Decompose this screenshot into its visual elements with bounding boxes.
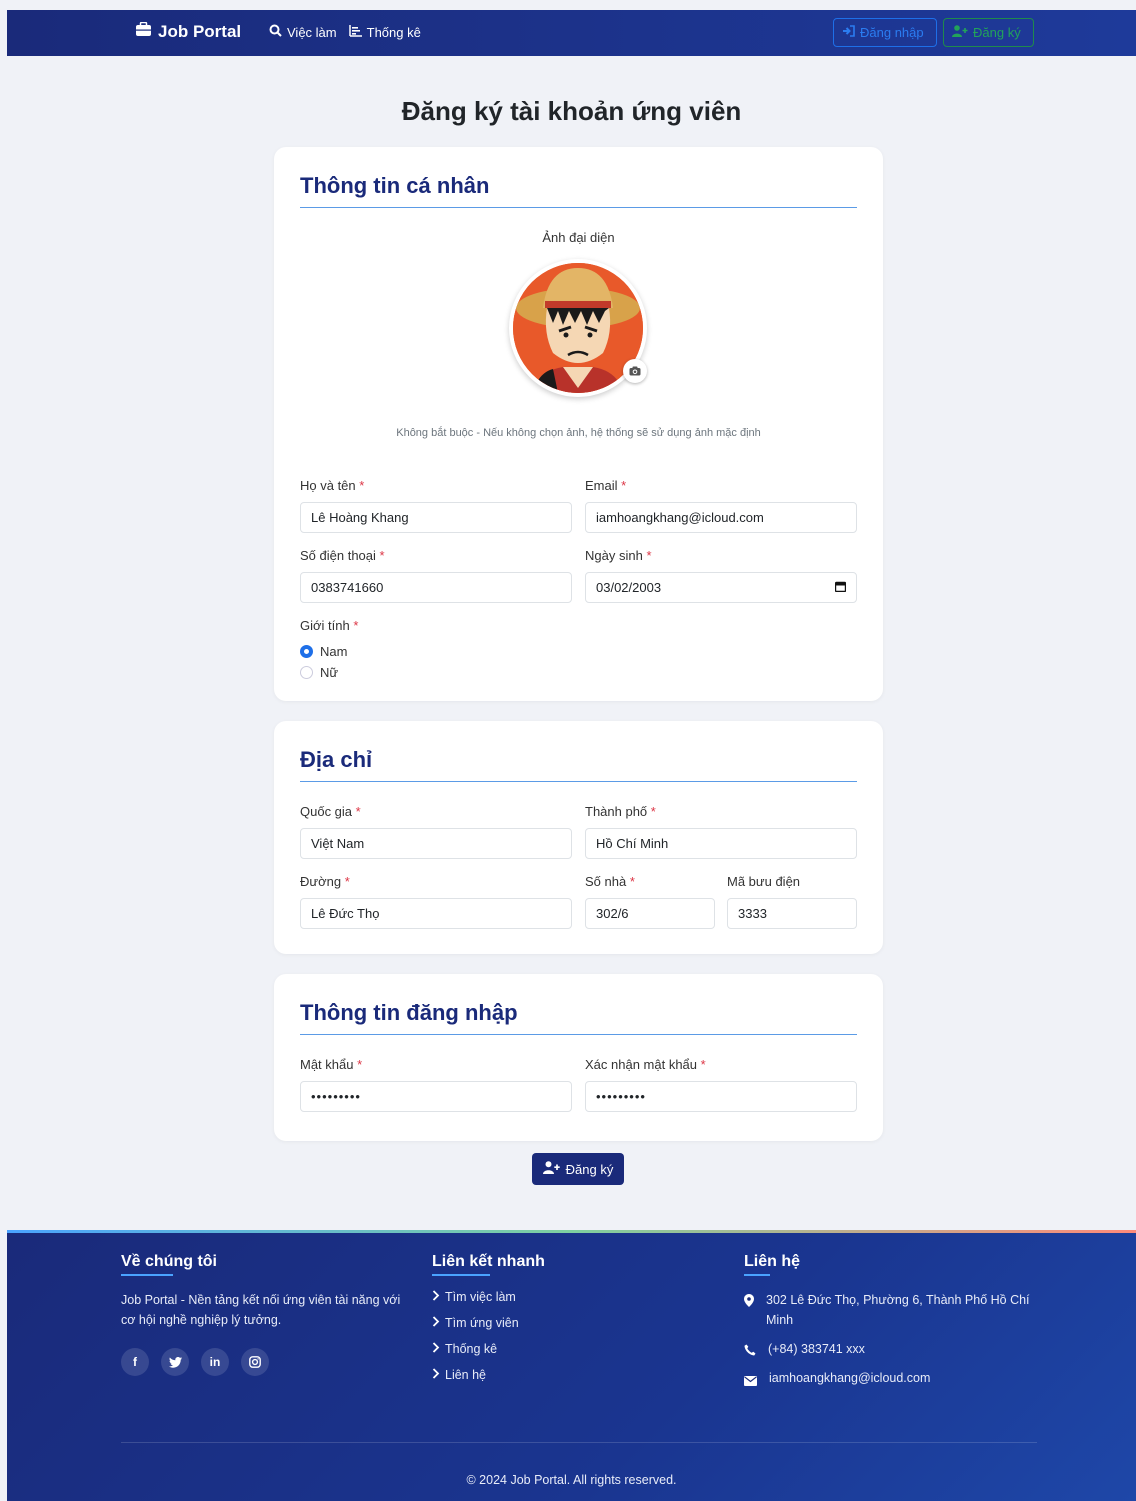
section-divider	[300, 207, 857, 208]
fullname-label: Họ và tên *	[300, 478, 365, 493]
personal-info-card: Thông tin cá nhân Ảnh đại diện Không bắt…	[274, 147, 883, 701]
house-number-label: Số nhà *	[585, 874, 635, 889]
calendar-icon[interactable]	[834, 580, 847, 595]
address-card: Địa chỉ Quốc gia * Việt Nam Thành phố * …	[274, 721, 883, 954]
contact-title: Liên hệ	[744, 1253, 801, 1270]
login-label: Đăng nhập	[860, 25, 924, 40]
heading-underline	[121, 1274, 173, 1276]
user-plus-icon	[542, 1161, 560, 1177]
footer-link-contact[interactable]: Liên hệ	[432, 1368, 486, 1382]
radio-unchecked[interactable]	[300, 666, 313, 679]
envelope-icon	[744, 1368, 757, 1392]
search-icon	[269, 24, 282, 40]
footer-link-find-candidates[interactable]: Tìm ứng viên	[432, 1316, 519, 1330]
street-input[interactable]: Lê Đức Thọ	[300, 898, 572, 929]
contact-phone: (+84) 383741 xxx	[744, 1339, 865, 1362]
instagram-icon[interactable]: ig	[241, 1348, 269, 1376]
brand[interactable]: Job Portal	[135, 21, 242, 42]
nav-jobs-label: Việc làm	[287, 24, 337, 40]
chart-icon	[348, 24, 362, 40]
login-button[interactable]: Đăng nhập	[833, 18, 937, 47]
phone-icon	[744, 1339, 756, 1362]
heading-underline	[744, 1274, 770, 1276]
map-marker-icon	[744, 1290, 754, 1313]
footer-link-find-jobs[interactable]: Tìm việc làm	[432, 1290, 516, 1304]
email-input[interactable]: iamhoangkhang@icloud.com	[585, 502, 857, 533]
facebook-icon[interactable]: f	[121, 1348, 149, 1376]
nav-stats[interactable]: Thống kê	[348, 24, 421, 40]
country-input[interactable]: Việt Nam	[300, 828, 572, 859]
sign-in-icon	[842, 25, 855, 40]
about-title: Về chúng tôi	[121, 1253, 217, 1270]
address-title: Địa chỉ	[300, 747, 373, 772]
footer-link-stats[interactable]: Thống kê	[432, 1342, 497, 1356]
chevron-right-icon	[432, 1316, 440, 1330]
radio-checked[interactable]	[300, 645, 313, 658]
register-nav-button[interactable]: Đăng ký	[943, 18, 1034, 47]
footer-divider	[121, 1442, 1037, 1443]
chevron-right-icon	[432, 1342, 440, 1356]
copyright: © 2024 Job Portal. All rights reserved.	[466, 1473, 677, 1487]
phone-input[interactable]: 0383741660	[300, 572, 572, 603]
brand-name: Job Portal	[158, 22, 242, 41]
register-nav-label: Đăng ký	[973, 25, 1021, 40]
linkedin-icon[interactable]: in	[201, 1348, 229, 1376]
quick-links-title: Liên kết nhanh	[432, 1253, 545, 1270]
personal-info-title: Thông tin cá nhân	[300, 173, 490, 198]
contact-address: 302 Lê Đức Thọ, Phường 6, Thành Phố Hồ C…	[744, 1290, 1044, 1330]
heading-underline	[432, 1274, 490, 1276]
country-label: Quốc gia *	[300, 804, 361, 819]
confirm-password-input[interactable]: •••••••••	[585, 1081, 857, 1112]
postal-code-label: Mã bưu điện	[727, 874, 801, 889]
user-plus-icon	[952, 25, 968, 40]
phone-label: Số điện thoại *	[300, 548, 385, 563]
confirm-password-label: Xác nhận mật khẩu *	[585, 1057, 706, 1072]
chevron-right-icon	[432, 1368, 440, 1382]
street-label: Đường *	[300, 874, 350, 889]
dob-input[interactable]: 03/02/2003	[585, 572, 857, 603]
postal-code-input[interactable]: 3333	[727, 898, 857, 929]
about-text: Job Portal - Nền tảng kết nối ứng viên t…	[121, 1293, 401, 1327]
section-divider	[300, 1034, 857, 1035]
city-input[interactable]: Hồ Chí Minh	[585, 828, 857, 859]
login-info-title: Thông tin đăng nhập	[300, 1000, 518, 1025]
register-submit-button[interactable]: Đăng ký	[532, 1153, 624, 1185]
gender-option-male[interactable]: Nam	[300, 644, 347, 659]
gender-label: Giới tính *	[300, 618, 359, 633]
twitter-icon[interactable]: t	[161, 1348, 189, 1376]
email-label: Email *	[585, 478, 627, 493]
chevron-right-icon	[432, 1290, 440, 1304]
navbar: Job Portal Việc làm Thống kê Đăng nhập Đ…	[7, 10, 1136, 56]
camera-icon[interactable]	[623, 359, 647, 383]
briefcase-icon	[135, 21, 152, 42]
nav-jobs[interactable]: Việc làm	[269, 24, 337, 40]
nav-stats-label: Thống kê	[366, 24, 421, 40]
password-input[interactable]: •••••••••	[300, 1081, 572, 1112]
password-label: Mật khẩu *	[300, 1057, 363, 1072]
contact-email: iamhoangkhang@icloud.com	[744, 1368, 930, 1392]
footer: Về chúng tôi Job Portal - Nền tảng kết n…	[7, 1230, 1136, 1501]
submit-label: Đăng ký	[565, 1161, 614, 1177]
city-label: Thành phố *	[585, 804, 656, 819]
house-number-input[interactable]: 302/6	[585, 898, 715, 929]
section-divider	[300, 781, 857, 782]
avatar-hint: Không bắt buộc - Nếu không chọn ảnh, hệ …	[396, 427, 761, 439]
login-info-card: Thông tin đăng nhập Mật khẩu * •••••••••…	[274, 974, 883, 1141]
fullname-input[interactable]: Lê Hoàng Khang	[300, 502, 572, 533]
page: Job Portal Việc làm Thống kê Đăng nhập Đ…	[7, 10, 1136, 1501]
gender-option-female[interactable]: Nữ	[300, 665, 338, 680]
page-title: Đăng ký tài khoản ứng viên	[401, 96, 742, 126]
avatar-label: Ảnh đại diện	[542, 230, 615, 245]
dob-label: Ngày sinh *	[585, 548, 652, 563]
footer-accent-line	[7, 1230, 1136, 1233]
